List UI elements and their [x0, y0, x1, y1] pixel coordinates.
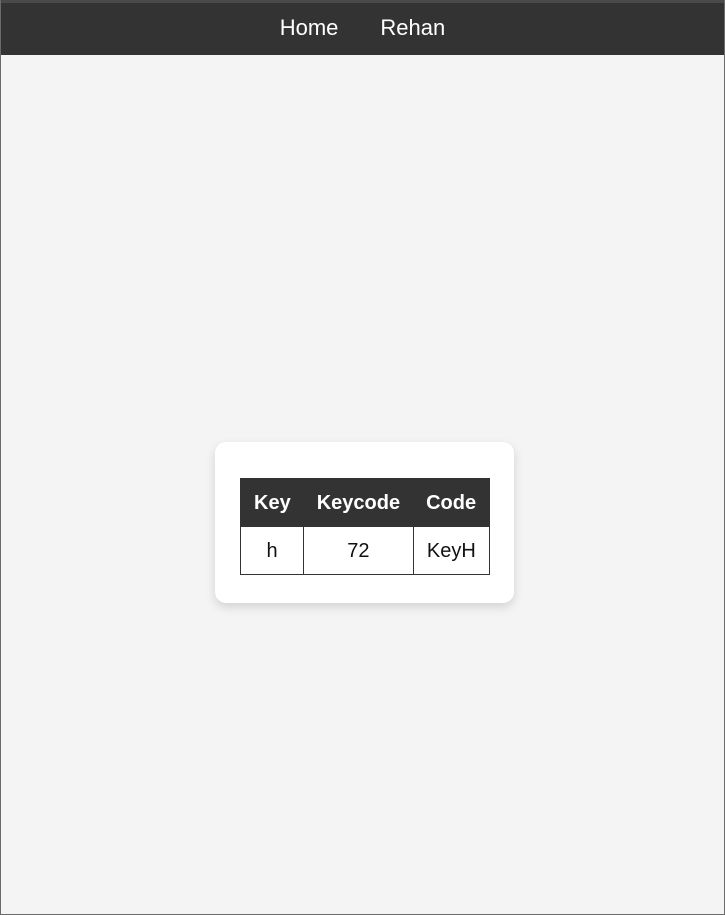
- nav-link-rehan[interactable]: Rehan: [380, 17, 445, 41]
- cell-code-value: KeyH: [412, 526, 491, 575]
- cell-keycode-value: 72: [303, 526, 414, 575]
- table-header: Key Keycode Code: [240, 478, 490, 527]
- keycode-table: Key Keycode Code h 72 KeyH: [239, 478, 491, 575]
- header-key: Key: [240, 478, 304, 527]
- top-navigation-bar: Home Rehan: [1, 0, 724, 55]
- table-row: h 72 KeyH: [239, 526, 491, 575]
- page-body: { "nav": { "links": [ { "label": "Home" …: [0, 0, 725, 915]
- table-body: h 72 KeyH: [239, 526, 491, 575]
- header-code: Code: [413, 478, 490, 527]
- nav-link-home[interactable]: Home: [280, 17, 339, 41]
- keycode-card: Key Keycode Code h 72 KeyH: [215, 442, 514, 603]
- table-header-row: Key Keycode Code: [240, 478, 490, 527]
- header-keycode: Keycode: [303, 478, 414, 527]
- cell-key-value: h: [239, 526, 305, 575]
